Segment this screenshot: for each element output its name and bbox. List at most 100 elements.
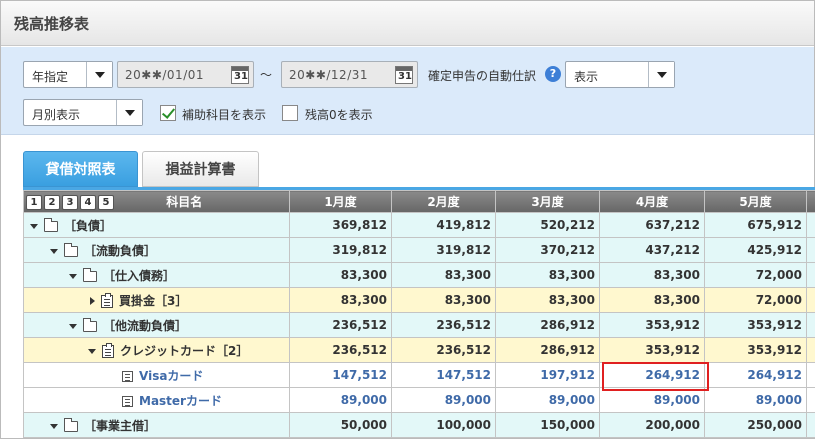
level-2-button[interactable]: 2 xyxy=(44,195,60,210)
tab-balance-sheet[interactable]: 貸借対照表 xyxy=(23,151,138,187)
cell-value: 72,000 xyxy=(704,262,807,288)
level-3-button[interactable]: 3 xyxy=(62,195,78,210)
folder-icon xyxy=(64,417,78,432)
cell-value: 83,300 xyxy=(391,287,496,313)
show-zero-balance-label: 残高0を表示 xyxy=(305,108,373,122)
cell-value: 319,812 xyxy=(391,237,496,263)
cell-value: 250,000 xyxy=(704,412,807,438)
cell-value[interactable]: 89,000 xyxy=(289,387,392,413)
chevron-down-icon[interactable] xyxy=(648,62,674,87)
collapse-icon[interactable] xyxy=(69,273,77,279)
date-to-value: 20✱✱/12/31 xyxy=(289,68,369,82)
account-name: クレジットカード［2］ xyxy=(120,343,249,358)
cell-value[interactable]: 147,512 xyxy=(289,362,392,388)
filter-panel: 年指定 20✱✱/01/01 31 ～ 20✱✱/12/31 31 確定申告の自… xyxy=(1,47,814,135)
level-buttons: 12345 xyxy=(26,195,114,210)
ledger-icon xyxy=(102,342,114,358)
collapse-icon[interactable] xyxy=(30,223,38,229)
account-name: Masterカード xyxy=(139,393,222,408)
cell-value: 236,512 xyxy=(289,312,392,338)
chevron-down-icon[interactable] xyxy=(86,62,112,87)
row-filler xyxy=(806,337,815,363)
row-filler xyxy=(806,312,815,338)
collapse-icon[interactable] xyxy=(50,248,58,254)
cell-value[interactable]: 89,000 xyxy=(599,387,705,413)
cell-value: 319,812 xyxy=(289,237,392,263)
cell-value[interactable]: 147,512 xyxy=(391,362,496,388)
auto-journal-select[interactable]: 表示 xyxy=(565,61,675,88)
cell-value: 83,300 xyxy=(495,287,600,313)
title-bar: 残高推移表 xyxy=(1,1,814,46)
table-row[interactable]: ［仕入債務］ 83,300 83,300 83,300 83,300 72,00… xyxy=(23,262,815,288)
cell-value: 83,300 xyxy=(289,262,392,288)
period-type-value: 年指定 xyxy=(32,70,69,84)
month-3-header: 3月度 xyxy=(495,190,600,213)
cell-value[interactable]: 89,000 xyxy=(704,387,807,413)
cell-value[interactable]: 197,912 xyxy=(495,362,600,388)
row-filler xyxy=(806,262,815,288)
cell-value[interactable]: 89,000 xyxy=(391,387,496,413)
display-mode-select[interactable]: 月別表示 xyxy=(23,99,143,126)
table-row[interactable]: クレジットカード［2］ 236,512 236,512 286,912 353,… xyxy=(23,337,815,363)
date-to-input[interactable]: 20✱✱/12/31 31 xyxy=(281,61,418,88)
cell-value: 425,912 xyxy=(704,237,807,263)
collapse-icon[interactable] xyxy=(88,348,96,354)
cell-value: 353,912 xyxy=(599,312,705,338)
row-filler xyxy=(806,237,815,263)
calendar-day: 31 xyxy=(398,71,412,82)
cell-value: 83,300 xyxy=(289,287,392,313)
level-5-button[interactable]: 5 xyxy=(98,195,114,210)
header-filler xyxy=(806,190,815,213)
date-from-value: 20✱✱/01/01 xyxy=(125,68,205,82)
cell-value: 675,912 xyxy=(704,212,807,238)
cell-value: 236,512 xyxy=(391,312,496,338)
row-filler xyxy=(806,387,815,413)
folder-icon xyxy=(83,317,97,332)
level-1-button[interactable]: 1 xyxy=(26,195,42,210)
cell-value[interactable]: 264,912 xyxy=(599,362,705,388)
auto-journal-label: 確定申告の自動仕訳 xyxy=(428,69,537,83)
row-filler xyxy=(806,412,815,438)
table-row[interactable]: 買掛金［3］ 83,300 83,300 83,300 83,300 72,00… xyxy=(23,287,815,313)
account-name: ［事業主借］ xyxy=(84,418,157,433)
cell-value: 200,000 xyxy=(599,412,705,438)
account-name-header-label: 科目名 xyxy=(166,195,203,209)
cell-value: 83,300 xyxy=(391,262,496,288)
collapse-icon[interactable] xyxy=(50,423,58,429)
cell-value[interactable]: 264,912 xyxy=(704,362,807,388)
cell-value: 286,912 xyxy=(495,337,600,363)
level-4-button[interactable]: 4 xyxy=(80,195,96,210)
cell-value: 419,812 xyxy=(391,212,496,238)
calendar-icon[interactable]: 31 xyxy=(395,66,413,84)
date-from-input[interactable]: 20✱✱/01/01 31 xyxy=(117,61,254,88)
row-filler xyxy=(806,212,815,238)
expand-icon[interactable] xyxy=(90,297,95,305)
period-type-select[interactable]: 年指定 xyxy=(23,61,113,88)
calendar-icon[interactable]: 31 xyxy=(231,66,249,84)
tab-income-statement[interactable]: 損益計算書 xyxy=(142,151,259,187)
table-row[interactable]: ［流動負債］ 319,812 319,812 370,212 437,212 4… xyxy=(23,237,815,263)
cell-value: 150,000 xyxy=(495,412,600,438)
sub-account-icon xyxy=(122,370,133,382)
show-zero-balance-checkbox[interactable] xyxy=(282,105,298,121)
cell-value: 353,912 xyxy=(704,337,807,363)
chevron-down-icon[interactable] xyxy=(116,100,142,125)
account-name-header: 12345 科目名 xyxy=(23,190,290,213)
show-sub-accounts-checkbox[interactable] xyxy=(160,105,176,121)
ledger-icon xyxy=(101,292,113,308)
cell-value: 72,000 xyxy=(704,287,807,313)
table-row[interactable]: ［他流動負債］ 236,512 236,512 286,912 353,912 … xyxy=(23,312,815,338)
table-header: 12345 科目名 1月度 2月度 3月度 4月度 5月度 xyxy=(23,190,815,213)
calendar-day: 31 xyxy=(234,71,248,82)
help-icon[interactable]: ? xyxy=(545,66,561,82)
collapse-icon[interactable] xyxy=(69,323,77,329)
table-row[interactable]: ［負債］ 369,812 419,812 520,212 637,212 675… xyxy=(23,212,815,238)
table-row[interactable]: ［事業主借］ 50,000 100,000 150,000 200,000 25… xyxy=(23,412,815,438)
cell-value: 353,912 xyxy=(704,312,807,338)
account-name: ［負債］ xyxy=(64,218,113,233)
table-row[interactable]: Visaカード 147,512 147,512 197,912 264,912 … xyxy=(23,362,815,388)
row-filler xyxy=(806,287,815,313)
table-row[interactable]: Masterカード 89,000 89,000 89,000 89,000 89… xyxy=(23,387,815,413)
cell-value[interactable]: 89,000 xyxy=(495,387,600,413)
month-2-header: 2月度 xyxy=(391,190,496,213)
